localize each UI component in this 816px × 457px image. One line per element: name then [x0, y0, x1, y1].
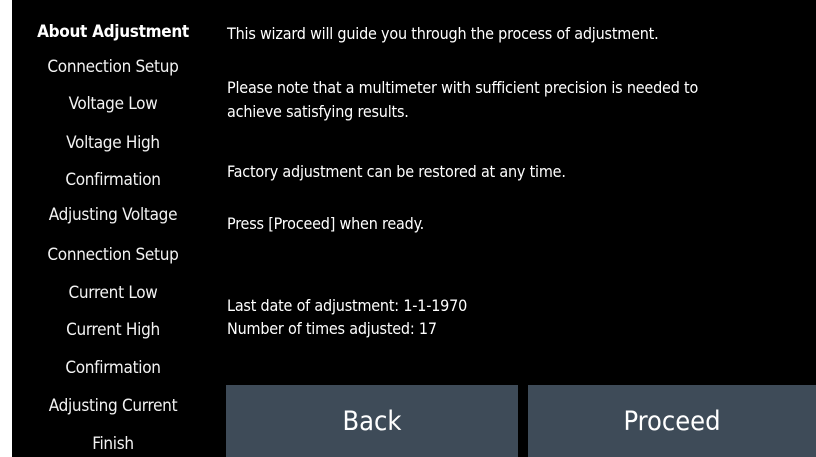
- note-text-line-1: Please note that a multimeter with suffi…: [227, 78, 699, 97]
- adjustment-wizard-screen: About Adjustment Connection Setup Voltag…: [12, 0, 816, 457]
- step-current-high: Current High: [66, 320, 160, 340]
- step-current-low: Current Low: [68, 283, 158, 303]
- times-adjusted-count: Number of times adjusted: 17: [227, 319, 437, 338]
- wizard-steps-sidebar: About Adjustment Connection Setup Voltag…: [12, 0, 214, 457]
- step-voltage-high: Voltage High: [66, 133, 160, 153]
- restore-text: Factory adjustment can be restored at an…: [227, 162, 566, 181]
- note-text-line-2: achieve satisfying results.: [227, 102, 409, 121]
- step-adjusting-current: Adjusting Current: [48, 396, 178, 416]
- step-confirmation-voltage: Confirmation: [65, 170, 161, 190]
- step-connection-setup-current: Connection Setup: [47, 245, 179, 265]
- step-finish: Finish: [92, 434, 134, 454]
- proceed-button[interactable]: Proceed: [528, 385, 816, 457]
- intro-text: This wizard will guide you through the p…: [227, 24, 659, 43]
- step-about-adjustment: About Adjustment: [37, 22, 189, 42]
- proceed-prompt-text: Press [Proceed] when ready.: [227, 214, 424, 233]
- back-button[interactable]: Back: [226, 385, 518, 457]
- step-voltage-low: Voltage Low: [68, 94, 158, 114]
- step-confirmation-current: Confirmation: [65, 358, 161, 378]
- step-connection-setup-voltage: Connection Setup: [47, 57, 179, 77]
- wizard-content: This wizard will guide you through the p…: [227, 0, 816, 385]
- step-adjusting-voltage: Adjusting Voltage: [48, 205, 178, 225]
- last-adjustment-date: Last date of adjustment: 1-1-1970: [227, 296, 468, 315]
